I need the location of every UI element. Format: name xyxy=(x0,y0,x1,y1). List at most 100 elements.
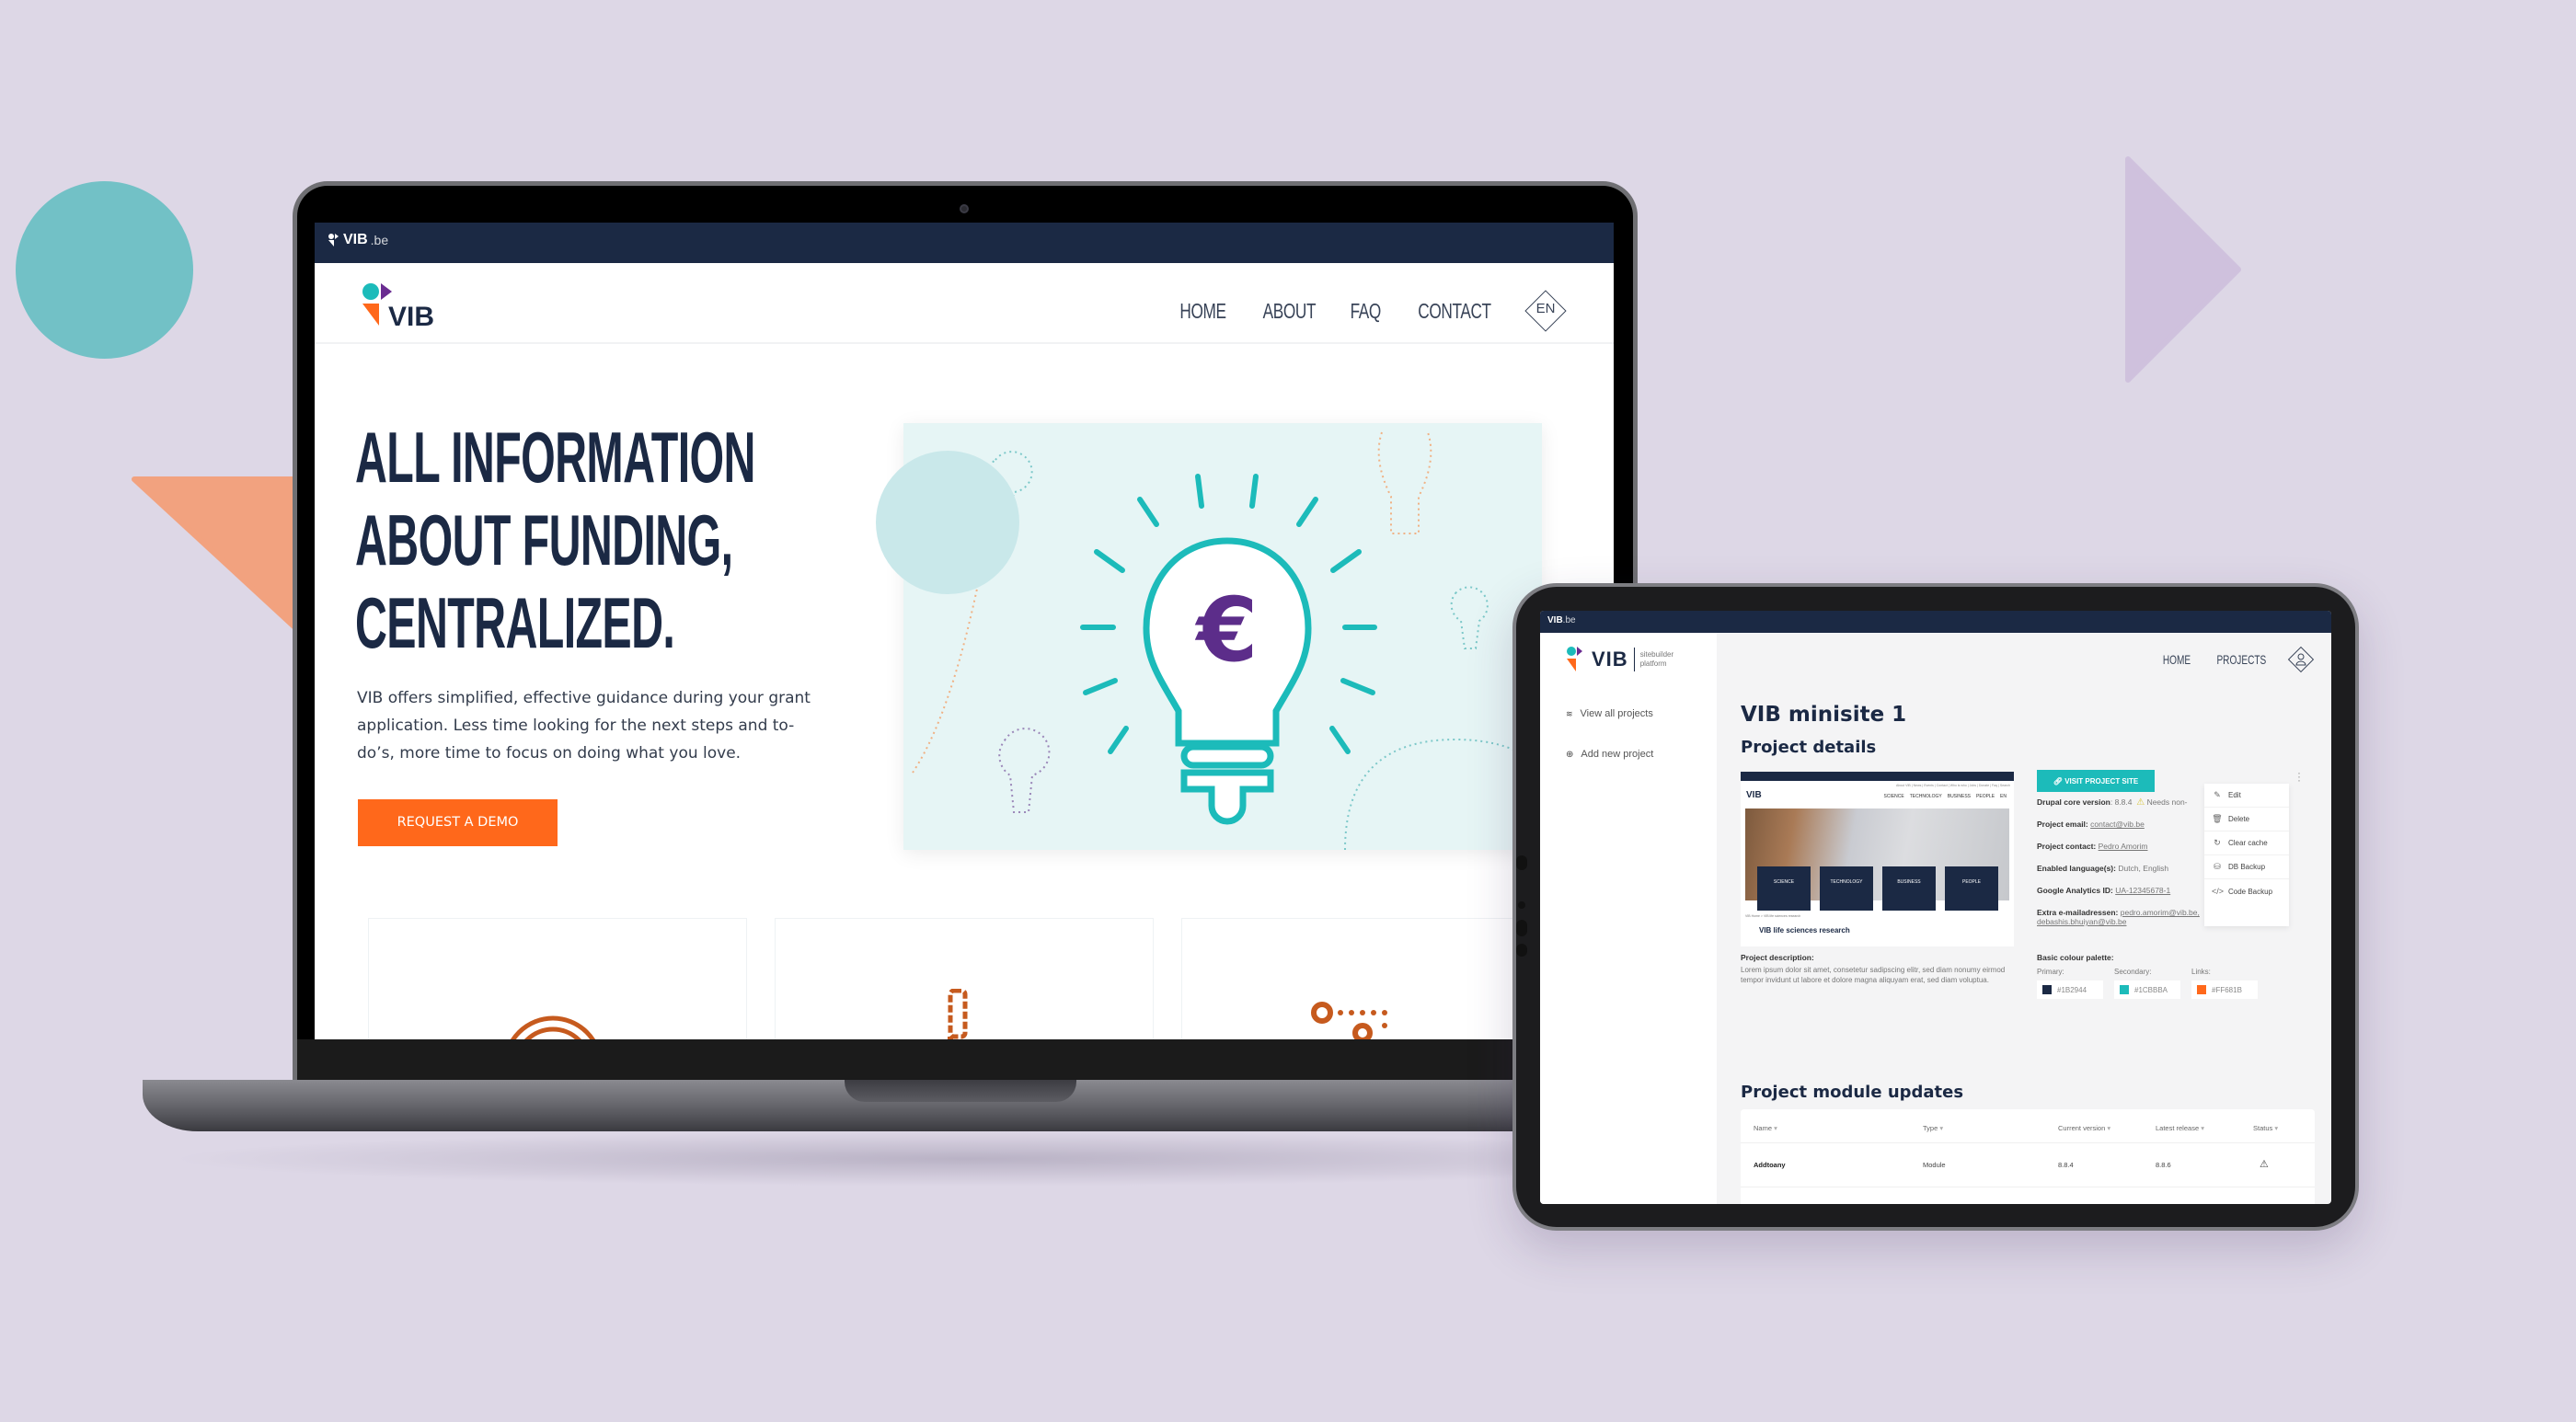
platform-logo[interactable]: VIB sitebuilder platform xyxy=(1566,646,1673,673)
nav-faq[interactable]: FAQ xyxy=(1350,299,1381,324)
field-label: Enabled language(s): xyxy=(2037,864,2116,873)
vib-logo-mark-icon: VIB xyxy=(362,283,434,332)
swatch-hex: #1B2944 xyxy=(2057,985,2087,994)
nav-home[interactable]: HOME xyxy=(2163,652,2191,667)
visit-project-site-button[interactable]: 🔗︎ VISIT PROJECT SITE xyxy=(2037,770,2155,792)
language-switcher[interactable]: EN xyxy=(1524,289,1568,333)
palette-secondary-label: Secondary: xyxy=(2114,968,2152,976)
column-header-status[interactable]: Status ▾ xyxy=(2253,1124,2278,1132)
sidebar-item-add-new-project[interactable]: ⊕ Add new project xyxy=(1566,749,1653,760)
cell-name: Addtoany xyxy=(1754,1161,1786,1169)
sort-caret-icon: ▾ xyxy=(1939,1124,1944,1132)
hero-title-line-3: CENTRALIZED. xyxy=(355,582,675,663)
field-label: Drupal core version xyxy=(2037,797,2110,807)
column-header-name[interactable]: Name ▾ xyxy=(1754,1124,1777,1132)
color-square xyxy=(2197,985,2206,994)
column-header-current-version[interactable]: Current version ▾ xyxy=(2058,1124,2110,1132)
preview-top-links: About VIB | News | Events | Contact | Wh… xyxy=(1896,784,2010,787)
decorative-bubble xyxy=(876,451,1019,594)
menu-item-edit[interactable]: ✎ Edit xyxy=(2204,784,2289,808)
platform-logo-subtitle: sitebuilder platform xyxy=(1640,650,1673,669)
vib-mark-icon xyxy=(328,234,339,247)
menu-item-label: DB Backup xyxy=(2228,863,2266,871)
preview-nav-item: TECHNOLOGY xyxy=(1909,794,1942,799)
project-site-preview[interactable]: About VIB | News | Events | Contact | Wh… xyxy=(1741,772,2014,946)
topbar-logo[interactable]: VIB.be xyxy=(1547,615,1576,625)
color-square xyxy=(2042,985,2052,994)
euro-symbol: € xyxy=(1195,579,1259,682)
platform-nav: HOME PROJECTS xyxy=(2157,646,2315,673)
menu-item-code-backup[interactable]: </> Code Backup xyxy=(2204,879,2289,903)
menu-item-delete[interactable]: 🗑︎ Delete xyxy=(2204,808,2289,831)
vib-logo-mark-icon xyxy=(1567,647,1582,671)
column-header-label: Status xyxy=(2253,1124,2273,1132)
nav-projects[interactable]: PROJECTS xyxy=(2217,652,2267,667)
warning-icon: ⚠ xyxy=(2260,1159,2269,1170)
palette-links-label: Links: xyxy=(2191,968,2211,976)
sort-caret-icon: ▾ xyxy=(1774,1124,1777,1132)
preview-tile: PEOPLE xyxy=(1945,866,1998,911)
nav-contact[interactable]: CONTACT xyxy=(1418,299,1491,324)
extra-email-link[interactable]: pedro.amorim@vib.be, xyxy=(2121,908,2200,917)
user-account-button[interactable] xyxy=(2287,646,2315,673)
sort-caret-icon: ▾ xyxy=(2274,1124,2279,1132)
language-label: EN xyxy=(1535,301,1556,316)
platform-logo-text: VIB xyxy=(1592,648,1628,671)
ga-id-link[interactable]: UA-12345678-1 xyxy=(2115,886,2170,895)
add-stack-icon: ⊕ xyxy=(1566,749,1574,760)
laptop-bottom-bezel xyxy=(297,1039,1633,1080)
preview-nav-item: SCIENCE xyxy=(1883,794,1904,799)
actions-menu: ✎ Edit 🗑︎ Delete ↻ Clear cache ⛁ DB Backup <… xyxy=(2204,784,2289,926)
column-header-latest-release[interactable]: Latest release ▾ xyxy=(2156,1124,2204,1132)
topbar-logo[interactable]: VIB.be xyxy=(328,232,388,248)
column-header-label: Type xyxy=(1923,1124,1938,1132)
hero-title-line-1: ALL INFORMATION xyxy=(355,417,755,498)
preview-lang: EN xyxy=(2000,794,2007,799)
palette-swatch-primary: #1B2944 xyxy=(2037,980,2103,999)
section-title-module-updates: Project module updates xyxy=(1741,1083,1964,1102)
menu-item-clear-cache[interactable]: ↻ Clear cache xyxy=(2204,831,2289,855)
swatch-hex: #1CBBBA xyxy=(2134,985,2168,994)
field-google-analytics: Google Analytics ID: UA-12345678-1 xyxy=(2037,886,2170,895)
sort-caret-icon: ▾ xyxy=(2107,1124,2111,1132)
description-label: Project description: xyxy=(1741,953,1814,962)
decorative-purple-triangle xyxy=(2125,156,2241,383)
feature-card[interactable] xyxy=(775,918,1154,1039)
coin-stack-icon xyxy=(510,1015,596,1039)
section-title-project-details: Project details xyxy=(1741,738,1877,757)
sidebar: VIB sitebuilder platform ≋ View all proje… xyxy=(1540,633,1717,1204)
sidebar-item-label: Add new project xyxy=(1581,749,1654,760)
project-contact-link[interactable]: Pedro Amorim xyxy=(2099,842,2148,851)
sidebar-item-view-all-projects[interactable]: ≋ View all projects xyxy=(1566,708,1653,719)
more-actions-kebab-icon[interactable]: · · · xyxy=(2295,767,2303,786)
topbar-logo-suffix: .be xyxy=(1562,615,1576,625)
vib-logo-text: VIB xyxy=(388,302,434,331)
request-demo-button[interactable]: REQUEST A DEMO xyxy=(358,799,558,846)
project-email-link[interactable]: contact@vib.be xyxy=(2090,820,2145,829)
menu-item-db-backup[interactable]: ⛁ DB Backup xyxy=(2204,855,2289,879)
preview-nav-item: PEOPLE xyxy=(1976,794,1995,799)
warning-icon: ⚠ xyxy=(2136,797,2145,808)
column-header-type[interactable]: Type ▾ xyxy=(1923,1124,1943,1132)
module-updates-table: Name ▾ Type ▾ Current version ▾ Latest r… xyxy=(1741,1109,2315,1204)
code-icon: </> xyxy=(2212,887,2225,896)
trash-icon: 🗑︎ xyxy=(2212,814,2223,823)
sidebar-item-label: View all projects xyxy=(1580,708,1653,719)
extra-email-link[interactable]: debashis.bhuiyan@vib.be xyxy=(2037,917,2126,926)
palette-label: Basic colour palette: xyxy=(2037,953,2114,962)
topbar-logo-text: VIB xyxy=(1547,615,1563,625)
feature-card[interactable] xyxy=(1181,918,1560,1039)
nav-home[interactable]: HOME xyxy=(1179,299,1226,324)
row-divider xyxy=(1741,1142,2315,1143)
feature-card[interactable] xyxy=(368,918,747,1039)
database-icon: ⛁ xyxy=(2214,862,2221,871)
vib-logo[interactable]: VIB xyxy=(359,280,460,332)
cell-current-version: 8.8.4 xyxy=(2058,1161,2074,1169)
field-label: Project contact: xyxy=(2037,842,2097,851)
logo-subtitle-line-1: sitebuilder xyxy=(1639,650,1674,659)
network-dots-icon xyxy=(1311,1002,1387,1039)
nav-about[interactable]: ABOUT xyxy=(1262,299,1316,324)
hero-title: ALL INFORMATION ABOUT FUNDING, CENTRALIZ… xyxy=(355,416,755,664)
platform-topbar: VIB.be xyxy=(1540,611,2331,633)
topbar-logo-suffix: .be xyxy=(370,233,389,247)
